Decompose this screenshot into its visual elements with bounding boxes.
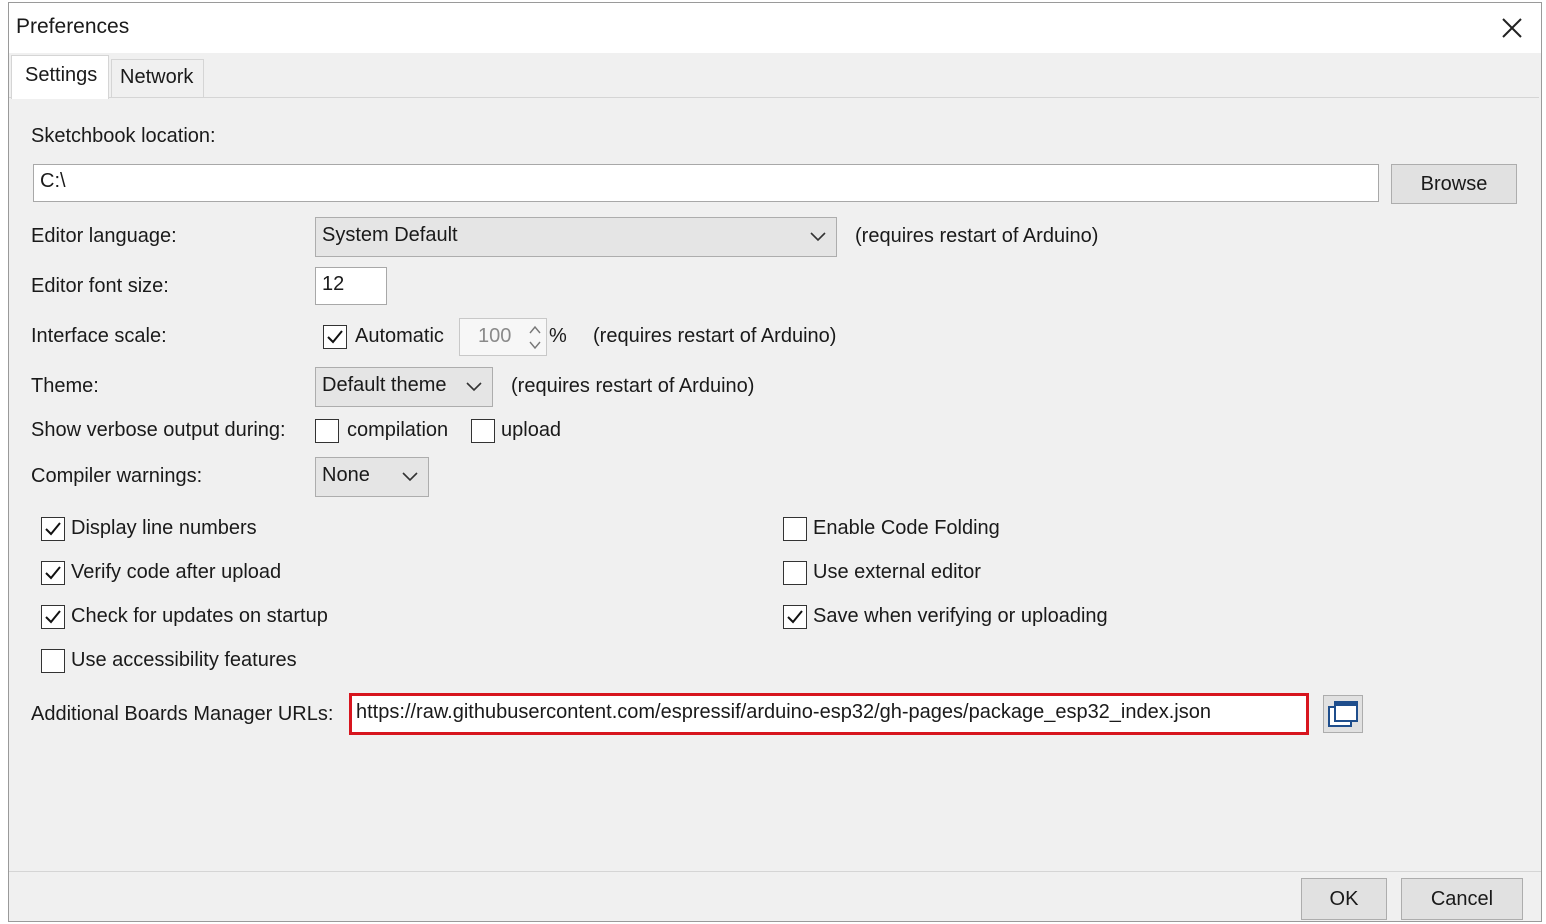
checkmark-icon (45, 566, 61, 580)
settings-panel (9, 97, 1539, 876)
editor-language-select[interactable]: System Default (315, 217, 837, 257)
tab-network[interactable]: Network (111, 59, 204, 97)
code-folding-checkbox[interactable] (783, 517, 807, 541)
display-line-numbers-checkbox[interactable] (41, 517, 65, 541)
editor-language-value: System Default (322, 224, 458, 246)
preferences-window: Preferences Settings Network Sketchbook … (8, 2, 1542, 922)
tab-settings[interactable]: Settings (11, 55, 109, 99)
automatic-scale-label: Automatic (355, 325, 444, 347)
font-size-input[interactable]: 12 (315, 267, 387, 305)
sketchbook-label: Sketchbook location: (31, 125, 216, 147)
save-on-verify-label: Save when verifying or uploading (813, 605, 1108, 627)
editor-language-note: (requires restart of Arduino) (855, 225, 1099, 247)
checkmark-icon (45, 610, 61, 624)
verbose-compilation-checkbox[interactable] (315, 419, 339, 443)
chevron-down-icon (402, 472, 418, 482)
automatic-scale-checkbox[interactable] (323, 325, 347, 349)
font-size-label: Editor font size: (31, 275, 169, 297)
compiler-warnings-label: Compiler warnings: (31, 465, 203, 487)
display-line-numbers-label: Display line numbers (71, 517, 257, 539)
chevron-down-icon (466, 382, 482, 392)
checkmark-icon (787, 610, 803, 624)
external-editor-label: Use external editor (813, 561, 981, 583)
close-icon (1502, 18, 1522, 38)
spin-up-icon[interactable] (527, 323, 543, 337)
checkmark-icon (45, 522, 61, 536)
theme-select[interactable]: Default theme (315, 367, 493, 407)
verify-after-upload-checkbox[interactable] (41, 561, 65, 585)
verbose-upload-label: upload (501, 419, 562, 441)
boards-urls-label: Additional Boards Manager URLs: (31, 703, 334, 725)
checkmark-icon (327, 330, 343, 344)
theme-value: Default theme (322, 374, 447, 396)
browse-button[interactable]: Browse (1391, 164, 1517, 204)
sketchbook-path-input[interactable]: C:\ (33, 164, 1379, 202)
boards-urls-input[interactable]: https://raw.githubusercontent.com/espres… (349, 693, 1309, 735)
compiler-warnings-value: None (322, 464, 370, 486)
scale-spinner[interactable]: 100 (459, 318, 547, 356)
theme-label: Theme: (31, 375, 99, 397)
check-updates-checkbox[interactable] (41, 605, 65, 629)
verbose-upload-checkbox[interactable] (471, 419, 495, 443)
check-updates-label: Check for updates on startup (71, 605, 328, 627)
spin-down-icon[interactable] (527, 338, 543, 352)
title-bar: Preferences (9, 3, 1541, 53)
accessibility-checkbox[interactable] (41, 649, 65, 673)
close-button[interactable] (1497, 13, 1527, 43)
window-title: Preferences (16, 15, 130, 38)
chevron-down-icon (810, 232, 826, 242)
scale-unit: % (549, 325, 567, 347)
external-editor-checkbox[interactable] (783, 561, 807, 585)
editor-language-label: Editor language: (31, 225, 177, 247)
ok-button[interactable]: OK (1301, 878, 1387, 920)
cancel-button[interactable]: Cancel (1401, 878, 1523, 920)
theme-note: (requires restart of Arduino) (511, 375, 755, 397)
verbose-label: Show verbose output during: (31, 419, 286, 441)
compiler-warnings-select[interactable]: None (315, 457, 429, 497)
code-folding-label: Enable Code Folding (813, 517, 1000, 539)
window-list-icon (1328, 701, 1358, 727)
save-on-verify-checkbox[interactable] (783, 605, 807, 629)
interface-scale-note: (requires restart of Arduino) (593, 325, 837, 347)
accessibility-label: Use accessibility features (71, 649, 297, 671)
verbose-compilation-label: compilation (347, 419, 449, 441)
edit-urls-button[interactable] (1323, 695, 1363, 733)
interface-scale-label: Interface scale: (31, 325, 167, 347)
scale-value: 100 (478, 325, 512, 347)
verify-after-upload-label: Verify code after upload (71, 561, 282, 583)
